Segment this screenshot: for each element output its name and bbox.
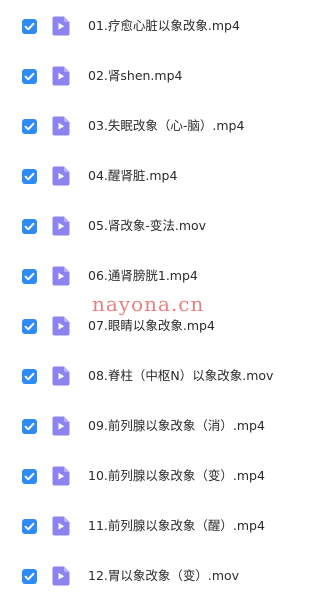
file-row[interactable]: 05.肾改象-变法.mov [0,204,320,248]
file-name: 08.脊柱（中枢N）以象改象.mov [88,368,274,383]
file-row[interactable]: 04.醒肾脏.mp4 [0,154,320,198]
checkbox-checked-icon[interactable] [22,68,37,84]
file-name: 07.眼睛以象改象.mp4 [88,318,215,333]
video-file-icon [52,516,70,536]
file-row[interactable]: 11.前列腺以象改象（醒）.mp4 [0,504,320,548]
video-file-icon [52,116,70,136]
checkbox-checked-icon[interactable] [22,18,37,34]
video-file-icon [52,66,70,86]
file-name: 12.胃以象改象（变）.mov [88,568,240,583]
file-row[interactable]: 06.通肾膀胱1.mp4 [0,254,320,298]
checkbox-checked-icon[interactable] [22,318,37,334]
file-row[interactable]: 07.眼睛以象改象.mp4 [0,304,320,348]
video-file-icon [52,266,70,286]
file-row[interactable]: 09.前列腺以象改象（消）.mp4 [0,404,320,448]
video-file-icon [52,416,70,436]
file-name: 09.前列腺以象改象（消）.mp4 [88,418,265,433]
file-row[interactable]: 02.肾shen.mp4 [0,54,320,98]
video-file-icon [52,466,70,486]
video-file-icon [52,366,70,386]
video-file-icon [52,216,70,236]
file-name: 03.失眠改象（心-脑）.mp4 [88,118,245,133]
file-name: 10.前列腺以象改象（变）.mp4 [88,468,265,483]
checkbox-checked-icon[interactable] [22,568,37,584]
checkbox-checked-icon[interactable] [22,218,37,234]
checkbox-checked-icon[interactable] [22,268,37,284]
file-row[interactable]: 12.胃以象改象（变）.mov [0,554,320,598]
checkbox-checked-icon[interactable] [22,518,37,534]
file-row[interactable]: 03.失眠改象（心-脑）.mp4 [0,104,320,148]
video-file-icon [52,316,70,336]
checkbox-checked-icon[interactable] [22,368,37,384]
checkbox-checked-icon[interactable] [22,418,37,434]
file-row[interactable]: 08.脊柱（中枢N）以象改象.mov [0,354,320,398]
file-name: 11.前列腺以象改象（醒）.mp4 [88,518,265,533]
video-file-icon [52,16,70,36]
video-file-icon [52,566,70,586]
file-name: 05.肾改象-变法.mov [88,218,207,233]
file-row[interactable]: 10.前列腺以象改象（变）.mp4 [0,454,320,498]
checkbox-checked-icon[interactable] [22,168,37,184]
checkbox-checked-icon[interactable] [22,468,37,484]
file-name: 06.通肾膀胱1.mp4 [88,268,198,283]
file-list: 01.疗愈心脏以象改象.mp4 02.肾shen.mp4 03.失眠改象（心-脑）.… [0,0,320,607]
file-row[interactable]: 01.疗愈心脏以象改象.mp4 [0,4,320,48]
checkbox-checked-icon[interactable] [22,118,37,134]
file-name: 02.肾shen.mp4 [88,68,183,83]
file-name: 01.疗愈心脏以象改象.mp4 [88,18,240,33]
file-name: 04.醒肾脏.mp4 [88,168,178,183]
video-file-icon [52,166,70,186]
